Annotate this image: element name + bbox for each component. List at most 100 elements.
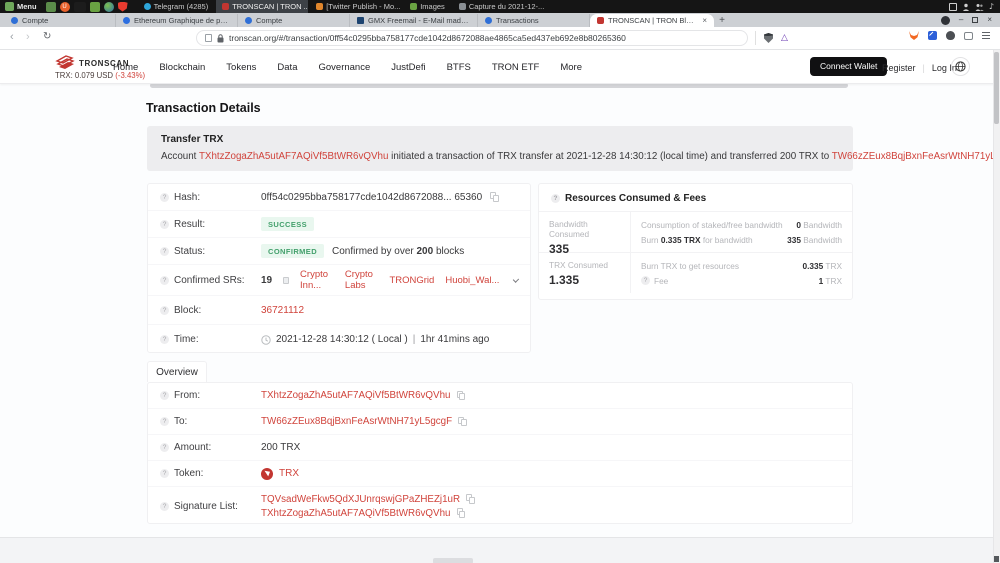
help-icon[interactable]: ?: [160, 247, 169, 256]
tab-search-icon[interactable]: [941, 16, 950, 25]
copy-signature-1-icon[interactable]: [466, 494, 475, 504]
sr-link-2[interactable]: Crypto Labs: [345, 269, 379, 291]
sr-link-1[interactable]: Crypto Inn...: [300, 269, 334, 291]
privacy-shield-icon[interactable]: [764, 33, 773, 43]
register-link[interactable]: Register: [882, 63, 916, 73]
tab-close-icon[interactable]: ×: [702, 16, 707, 25]
language-button[interactable]: [951, 57, 970, 76]
window-button-telegram[interactable]: Telegram (4285): [138, 0, 215, 13]
bw-line1-num: 0: [796, 220, 801, 230]
help-icon[interactable]: ?: [160, 443, 169, 452]
nav-tronetf[interactable]: TRON ETF: [492, 62, 540, 73]
nav-data[interactable]: Data: [277, 62, 297, 73]
scrollbar-thumb[interactable]: [994, 52, 999, 124]
close-window-button[interactable]: ×: [987, 13, 992, 27]
tab-ethereum[interactable]: Ethereum Graphique de prix (ETH): [116, 14, 238, 27]
help-icon[interactable]: ?: [160, 276, 169, 285]
from-address-link[interactable]: TXhtzZogaZhA5utAF7AQiVf5BtWR6vQVhu: [261, 390, 451, 401]
minimize-button[interactable]: –: [959, 13, 963, 27]
signature-link-2[interactable]: TXhtzZogaZhA5utAF7AQiVf5BtWR6vQVhu: [261, 508, 451, 519]
hash-label: Hash:: [174, 192, 200, 203]
browser-menu-icon[interactable]: [982, 32, 990, 39]
window-button-twitter[interactable]: [Twitter Publish - Mo...: [310, 0, 402, 13]
tab-tronscan-active[interactable]: TRONSCAN | TRON BlockChain E ×: [590, 14, 714, 27]
trx-line-1: Burn TRX to get resources 0.335 TRX: [641, 261, 842, 271]
help-icon[interactable]: ?: [160, 391, 169, 400]
nav-tokens[interactable]: Tokens: [226, 62, 256, 73]
signature-link-1[interactable]: TQVsadWeFkw5QdXJUnrqswjGPaZHEZj1uR: [261, 494, 460, 505]
nav-more[interactable]: More: [560, 62, 582, 73]
sr-link-4[interactable]: Huobi_Wal...: [445, 275, 499, 286]
tab-transactions[interactable]: Transactions: [478, 14, 590, 27]
nav-blockchain[interactable]: Blockchain: [159, 62, 205, 73]
ubuntu-app-icon[interactable]: U: [60, 2, 70, 12]
os-menu-button[interactable]: Menu: [0, 0, 42, 13]
new-tab-button[interactable]: +: [714, 14, 730, 27]
metamask-icon[interactable]: [909, 31, 919, 40]
files-app-icon[interactable]: [46, 2, 56, 12]
scrollbar-bottom: [994, 556, 999, 562]
adblock-triangle-icon[interactable]: △: [781, 33, 788, 43]
bw-line1-desc: Consumption of staked/free bandwidth: [641, 220, 783, 230]
nav-justdefi[interactable]: JustDefi: [391, 62, 425, 73]
os-system-tray: ♪: [949, 3, 1000, 11]
banner-from-address-link[interactable]: TXhtzZogaZhA5utAF7AQiVf5BtWR6vQVhu: [199, 151, 389, 162]
tab-overview[interactable]: Overview: [147, 361, 207, 382]
tab-label: Ethereum Graphique de prix (ETH): [134, 16, 230, 25]
help-icon[interactable]: ?: [160, 193, 169, 202]
window-button-tronscan[interactable]: TRONSCAN | TRON ...: [216, 0, 308, 13]
globe-app-icon[interactable]: [104, 2, 114, 12]
help-icon[interactable]: ?: [160, 220, 169, 229]
nav-home[interactable]: Home: [113, 62, 138, 73]
tab-compte-2[interactable]: Compte: [238, 14, 350, 27]
terminal-app-icon[interactable]: [74, 2, 86, 12]
window-button-images[interactable]: Images: [404, 0, 451, 13]
forward-button[interactable]: ›: [26, 31, 30, 43]
audio-tray-icon[interactable]: ♪: [989, 3, 994, 11]
help-icon[interactable]: ?: [641, 276, 650, 285]
paw-extension-icon[interactable]: [946, 31, 955, 40]
window-button-capture[interactable]: Capture du 2021-12-...: [453, 0, 545, 13]
os-menu-label: Menu: [17, 2, 37, 11]
copy-hash-icon[interactable]: [490, 192, 499, 202]
help-icon[interactable]: ?: [551, 194, 560, 203]
trx-consumed-group: TRX Consumed 1.335 Burn TRX to get resou…: [539, 252, 852, 293]
auth-links: Register | Log In: [882, 63, 957, 73]
screenshot-tray-icon[interactable]: [949, 3, 957, 11]
nav-governance[interactable]: Governance: [318, 62, 370, 73]
back-button[interactable]: ‹: [10, 31, 14, 43]
restore-button[interactable]: [972, 17, 978, 23]
brave-app-icon[interactable]: [118, 2, 128, 12]
sr-link-3[interactable]: TRONGrid: [389, 275, 434, 286]
user-tray-icon[interactable]: [962, 3, 970, 11]
sr-list-icon: [283, 277, 289, 284]
reload-button[interactable]: ↻: [43, 31, 51, 42]
tab-gmx[interactable]: GMX Freemail - E-Mail made in Ger: [350, 14, 478, 27]
token-link[interactable]: TRX: [279, 468, 299, 479]
help-icon[interactable]: ?: [160, 417, 169, 426]
banner-to-address-link[interactable]: TW66zZEux8BqjBxnFeAsrWtNH71yL5gcgF: [832, 151, 1000, 162]
banner-prefix: Account: [161, 151, 199, 162]
help-icon[interactable]: ?: [160, 502, 169, 511]
copy-signature-2-icon[interactable]: [457, 508, 466, 518]
users-tray-icon[interactable]: [975, 3, 984, 11]
folder-app-icon[interactable]: [90, 2, 100, 12]
tronlink-icon[interactable]: [928, 31, 937, 40]
telegram-icon: [144, 3, 151, 10]
shield-badge: [761, 31, 775, 36]
block-link[interactable]: 36721112: [261, 305, 304, 316]
copy-from-icon[interactable]: [457, 391, 466, 401]
page-scrollbar[interactable]: [993, 50, 1000, 563]
to-address-link[interactable]: TW66zZEux8BqjBxnFeAsrWtNH71yL5gcgF: [261, 416, 452, 427]
tab-compte-1[interactable]: Compte: [4, 14, 116, 27]
chevron-down-icon[interactable]: [513, 276, 519, 282]
nav-btfs[interactable]: BTFS: [447, 62, 471, 73]
copy-to-icon[interactable]: [458, 417, 467, 427]
current-tab-icon[interactable]: [964, 32, 973, 40]
help-icon[interactable]: ?: [160, 335, 169, 344]
address-bar[interactable]: tronscan.org/#/transaction/0ff54c0295bba…: [196, 30, 748, 46]
connect-wallet-button[interactable]: Connect Wallet: [810, 57, 887, 76]
tronscan-favicon: [597, 17, 604, 24]
help-icon[interactable]: ?: [160, 306, 169, 315]
help-icon[interactable]: ?: [160, 469, 169, 478]
